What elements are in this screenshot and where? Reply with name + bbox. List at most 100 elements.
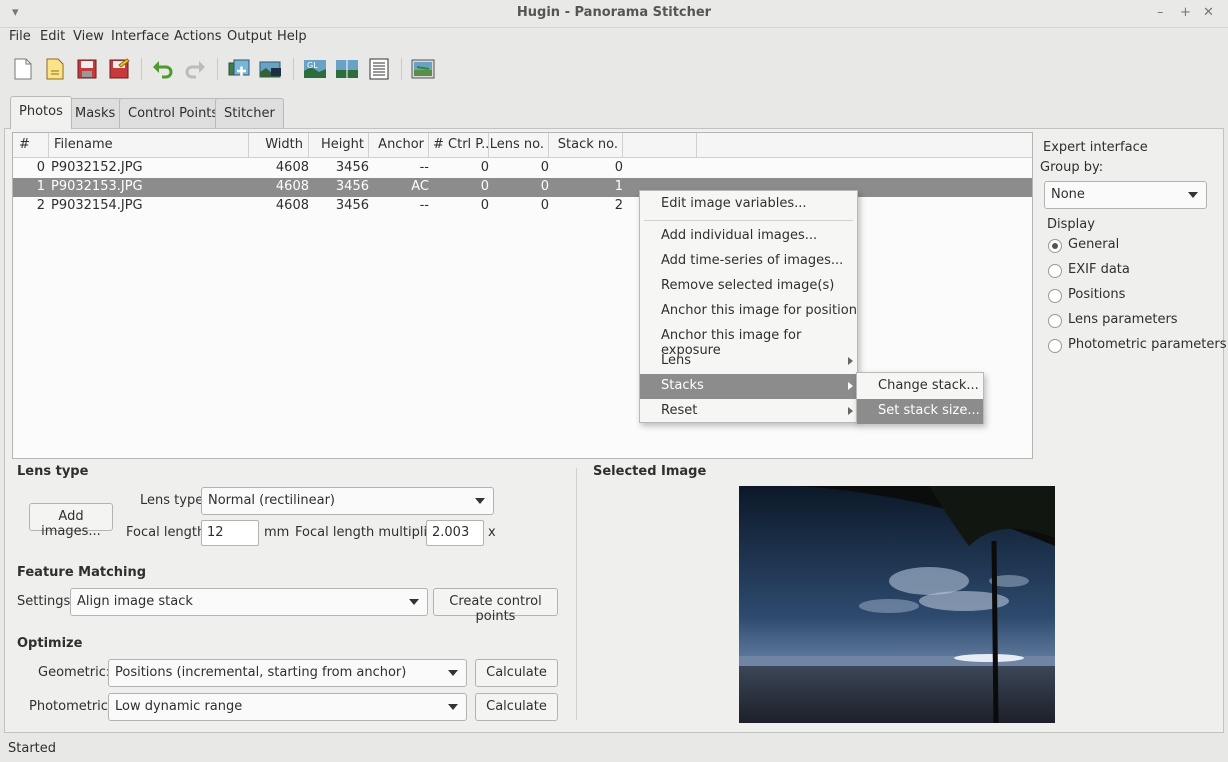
feature-settings-select[interactable]: Align image stack — [70, 588, 428, 616]
tab-photos[interactable]: Photos — [10, 96, 72, 129]
lens-type-heading: Lens type — [17, 464, 89, 479]
tab-stitcher[interactable]: Stitcher — [215, 98, 284, 128]
fast-preview-icon[interactable] — [335, 57, 359, 81]
radio-exif-data-label[interactable]: EXIF data — [1068, 262, 1130, 277]
new-file-icon[interactable] — [11, 57, 35, 81]
menu-actions[interactable]: Actions — [174, 29, 222, 44]
window-title: Hugin - Panorama Stitcher — [516, 5, 712, 20]
context-menu: Edit image variables... Add individual i… — [639, 190, 858, 423]
menu-separator — [644, 220, 853, 221]
selected-image-heading: Selected Image — [593, 464, 707, 479]
lens-type-select[interactable]: Normal (rectilinear) — [201, 487, 494, 515]
radio-general-label[interactable]: General — [1068, 237, 1119, 252]
cell-filename: P9032153.JPG — [51, 179, 143, 194]
menu-file[interactable]: File — [9, 29, 31, 44]
menu-item-edit-image-variables[interactable]: Edit image variables... — [640, 192, 857, 217]
toolbar-separator — [293, 58, 294, 80]
tab-control-points[interactable]: Control Points — [119, 98, 228, 128]
feature-settings-value: Align image stack — [77, 594, 193, 609]
focal-multiplier-unit: x — [488, 525, 496, 540]
cell-anchor: -- — [419, 198, 429, 213]
column-header-stack-no[interactable]: Stack no. — [549, 133, 623, 157]
radio-exif-data[interactable] — [1048, 264, 1062, 278]
menu-item-add-individual-images[interactable]: Add individual images... — [640, 224, 857, 249]
menu-item-change-stack[interactable]: Change stack... — [857, 374, 983, 399]
selected-image-preview — [739, 486, 1055, 724]
expert-interface-label: Expert interface — [1043, 140, 1148, 155]
toolbar-separator — [401, 58, 402, 80]
cell-width: 4608 — [275, 160, 309, 175]
menu-item-set-stack-size[interactable]: Set stack size... — [857, 399, 983, 424]
cell-lens-no: 0 — [540, 160, 549, 175]
radio-photometric-parameters[interactable] — [1048, 339, 1062, 353]
radio-general[interactable] — [1048, 239, 1062, 253]
column-header-anchor[interactable]: Anchor — [369, 133, 429, 157]
lens-type-value: Normal (rectilinear) — [208, 493, 335, 508]
menu-output[interactable]: Output — [227, 29, 272, 44]
calculate-photometric-button[interactable]: Calculate — [475, 693, 558, 721]
minimize-icon[interactable]: – — [1157, 5, 1164, 20]
radio-lens-parameters[interactable] — [1048, 314, 1062, 328]
menu-item-add-time-series[interactable]: Add time-series of images... — [640, 249, 857, 274]
create-control-points-button[interactable]: Create control points — [433, 588, 558, 624]
gl-preview-icon[interactable]: GL — [303, 57, 327, 81]
maximize-icon[interactable]: + — [1180, 5, 1191, 20]
feature-matching-heading: Feature Matching — [17, 565, 147, 580]
menu-view[interactable]: View — [73, 29, 104, 44]
focal-multiplier-field[interactable]: 2.003 — [426, 520, 484, 546]
close-icon[interactable]: ✕ — [1203, 5, 1214, 20]
redo-icon[interactable] — [183, 57, 207, 81]
tab-masks[interactable]: Masks — [66, 98, 125, 128]
optimize-heading: Optimize — [17, 636, 83, 651]
column-header-index[interactable]: # — [13, 133, 49, 157]
menu-item-lens[interactable]: Lens — [640, 349, 857, 374]
table-row[interactable]: 2 P9032154.JPG 4608 3456 -- 0 0 2 — [13, 197, 1032, 216]
toolbar: GL — [0, 52, 1228, 86]
layout-icon[interactable] — [367, 57, 391, 81]
status-bar: Started — [0, 738, 1228, 762]
photometric-select[interactable]: Low dynamic range — [108, 693, 467, 721]
menu-edit[interactable]: Edit — [40, 29, 65, 44]
add-images-icon[interactable] — [227, 57, 251, 81]
menu-item-stacks-label: Stacks — [661, 378, 704, 393]
column-header-filename[interactable]: Filename — [49, 133, 249, 157]
menu-item-stacks[interactable]: Stacks — [640, 374, 857, 399]
save-as-icon[interactable] — [107, 57, 131, 81]
focal-length-field[interactable]: 12 — [201, 520, 259, 546]
chevron-down-icon — [475, 498, 485, 504]
menu-help[interactable]: Help — [277, 29, 307, 44]
chevron-down-icon — [409, 599, 419, 605]
radio-lens-parameters-label[interactable]: Lens parameters — [1068, 312, 1178, 327]
column-header-height[interactable]: Height — [309, 133, 369, 157]
column-header-width[interactable]: Width — [249, 133, 309, 157]
menu-item-anchor-exposure[interactable]: Anchor this image for exposure — [640, 324, 857, 358]
menu-item-reset[interactable]: Reset — [640, 399, 857, 424]
geometric-select[interactable]: Positions (incremental, starting from an… — [108, 659, 467, 687]
group-by-label: Group by: — [1040, 160, 1104, 175]
radio-positions[interactable] — [1048, 289, 1062, 303]
table-row-selected[interactable]: 1 P9032153.JPG 4608 3456 AC 0 0 1 — [13, 178, 1032, 197]
save-icon[interactable] — [75, 57, 99, 81]
cell-anchor: AC — [411, 179, 429, 194]
submenu-arrow-icon — [848, 382, 853, 390]
column-header-ctrl-points[interactable]: # Ctrl P... — [429, 133, 489, 157]
menu-item-anchor-position[interactable]: Anchor this image for position — [640, 299, 857, 324]
toolbar-separator — [141, 58, 142, 80]
radio-photometric-parameters-label[interactable]: Photometric parameters — [1068, 337, 1226, 352]
menu-interface[interactable]: Interface — [111, 29, 169, 44]
focal-multiplier-label: Focal length multiplier: — [295, 525, 445, 540]
add-images-button[interactable]: Add images... — [29, 503, 113, 539]
group-by-value: None — [1051, 187, 1085, 202]
menu-item-remove-selected[interactable]: Remove selected image(s) — [640, 274, 857, 299]
radio-positions-label[interactable]: Positions — [1068, 287, 1125, 302]
column-header-lens-no[interactable]: Lens no. — [489, 133, 549, 157]
assistant-icon[interactable] — [259, 57, 283, 81]
table-row[interactable]: 0 P9032152.JPG 4608 3456 -- 0 0 0 — [13, 159, 1032, 178]
submenu-arrow-icon — [848, 357, 853, 365]
cell-stack-no: 2 — [614, 198, 623, 213]
calculate-geometric-button[interactable]: Calculate — [475, 659, 558, 687]
control-points-editor-icon[interactable] — [411, 57, 435, 81]
open-file-icon[interactable] — [43, 57, 67, 81]
group-by-select[interactable]: None — [1044, 181, 1207, 209]
undo-icon[interactable] — [151, 57, 175, 81]
